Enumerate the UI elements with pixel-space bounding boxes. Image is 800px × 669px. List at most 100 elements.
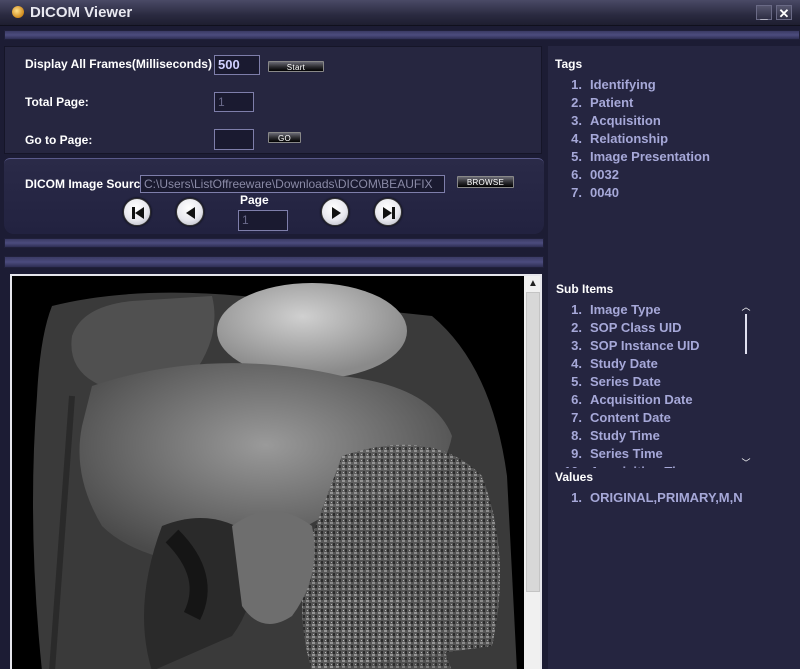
dicom-image	[12, 276, 524, 669]
close-button[interactable]: ✕	[776, 5, 792, 21]
sub-item[interactable]: 8. Study Time	[556, 427, 700, 445]
sub-item-number: 3.	[571, 338, 582, 353]
image-source-label: DICOM Image Source	[25, 177, 148, 191]
sub-item-label: SOP Class UID	[590, 320, 682, 335]
title-bar: DICOM Viewer _ ✕	[0, 0, 800, 26]
last-page-button[interactable]	[374, 198, 402, 226]
sub-item-label: Acquisition Date	[590, 392, 693, 407]
previous-page-icon	[186, 207, 195, 219]
sub-item-label: Image Type	[590, 302, 661, 317]
sub-items-list[interactable]: 1. Image Type 2. SOP Class UID 3. SOP Instanc…	[556, 301, 700, 468]
tag-item-number: 4.	[571, 131, 582, 146]
tag-item[interactable]: 4. Relationship	[556, 130, 710, 148]
values-box[interactable]: 1. ORIGINAL,PRIMARY,M,NORM	[556, 489, 742, 509]
tag-item-label: Relationship	[590, 131, 669, 146]
value-item[interactable]: 1. ORIGINAL,PRIMARY,M,NORM	[556, 489, 742, 507]
sub-item[interactable]: 3. SOP Instance UID	[556, 337, 700, 355]
browse-button[interactable]: BROWSE	[457, 176, 514, 188]
sub-item[interactable]: 2. SOP Class UID	[556, 319, 700, 337]
tag-item-label: 0032	[590, 167, 619, 182]
sub-item-label: Study Date	[590, 356, 658, 371]
go-button[interactable]: GO	[268, 132, 301, 143]
goto-page-input[interactable]	[214, 129, 254, 150]
sub-item-label: Acquisition Time	[590, 464, 695, 468]
sub-item-label: Content Date	[590, 410, 671, 425]
sub-item-number: 8.	[571, 428, 582, 443]
image-viewer[interactable]: ▲	[10, 274, 542, 669]
tags-list[interactable]: 1. Identifying 2. Patient 3. Acquisition 4. Rel…	[556, 76, 710, 202]
image-header-bar	[4, 256, 544, 268]
frames-label: Display All Frames(Milliseconds)	[25, 57, 212, 71]
mid-divider-bar	[4, 238, 544, 248]
sub-item-number: 1.	[571, 302, 582, 317]
chevron-up-icon[interactable]: ︿	[740, 302, 752, 312]
sub-item-number: 5.	[571, 374, 582, 389]
chevron-down-icon[interactable]: ﹀	[740, 458, 752, 468]
previous-page-button[interactable]	[176, 198, 204, 226]
sub-items-scrollbar[interactable]: ︿ ﹀	[740, 302, 752, 468]
sub-item-number: 7.	[571, 410, 582, 425]
values-title: Values	[555, 470, 594, 484]
tag-item-number: 7.	[571, 185, 582, 200]
next-page-icon	[332, 207, 341, 219]
sub-item-label: Study Time	[590, 428, 660, 443]
page-number-field[interactable]: 1	[238, 210, 288, 231]
sub-item[interactable]: 7. Content Date	[556, 409, 700, 427]
value-item-label: ORIGINAL,PRIMARY,M,NORM	[590, 490, 742, 505]
tag-item-label: Patient	[590, 95, 634, 110]
sub-item-label: Series Date	[590, 374, 661, 389]
tag-item-number: 2.	[571, 95, 582, 110]
sub-item-number: 10.	[556, 463, 582, 468]
tag-item[interactable]: 7. 0040	[556, 184, 710, 202]
sub-items-box[interactable]: 1. Image Type 2. SOP Class UID 3. SOP Instanc…	[556, 300, 752, 468]
sub-items-scrollbar-thumb[interactable]	[745, 314, 747, 354]
total-page-field: 1	[214, 92, 254, 112]
sub-item[interactable]: 4. Study Date	[556, 355, 700, 373]
tag-item[interactable]: 2. Patient	[556, 94, 710, 112]
app-icon	[12, 6, 24, 18]
scroll-up-icon[interactable]: ▲	[524, 276, 540, 292]
image-scrollbar[interactable]: ▲	[524, 276, 540, 669]
sub-item[interactable]: 9. Series Time	[556, 445, 700, 463]
tags-title: Tags	[555, 57, 583, 71]
tag-item[interactable]: 1. Identifying	[556, 76, 710, 94]
tag-item-label: Identifying	[590, 77, 656, 92]
minimize-button[interactable]: _	[756, 5, 772, 21]
values-list[interactable]: 1. ORIGINAL,PRIMARY,M,NORM	[556, 489, 742, 507]
tag-item-label: Image Presentation	[590, 149, 710, 164]
last-page-icon	[383, 207, 395, 219]
sub-item-number: 9.	[571, 446, 582, 461]
tag-item[interactable]: 6. 0032	[556, 166, 710, 184]
window-title: DICOM Viewer	[30, 4, 133, 21]
tag-item-number: 5.	[571, 149, 582, 164]
sub-item-number: 6.	[571, 392, 582, 407]
sub-item[interactable]: 1. Image Type	[556, 301, 700, 319]
start-button[interactable]: Start	[268, 61, 324, 72]
tag-item-number: 6.	[571, 167, 582, 182]
total-page-label: Total Page:	[25, 95, 89, 109]
tag-item-label: Acquisition	[590, 113, 661, 128]
sub-item[interactable]: 10. Acquisition Time	[556, 463, 700, 468]
sub-item-label: Series Time	[590, 446, 663, 461]
sub-item-number: 2.	[571, 320, 582, 335]
tag-item-number: 3.	[571, 113, 582, 128]
sub-items-title: Sub Items	[556, 282, 614, 296]
tag-item-label: 0040	[590, 185, 619, 200]
tag-item[interactable]: 3. Acquisition	[556, 112, 710, 130]
page-label: Page	[240, 193, 269, 207]
sub-item-number: 4.	[571, 356, 582, 371]
sub-item[interactable]: 6. Acquisition Date	[556, 391, 700, 409]
first-page-icon	[132, 207, 144, 219]
sub-item[interactable]: 5. Series Date	[556, 373, 700, 391]
sub-item-label: SOP Instance UID	[590, 338, 700, 353]
goto-page-label: Go to Page:	[25, 133, 93, 147]
tag-item[interactable]: 5. Image Presentation	[556, 148, 710, 166]
frames-interval-input[interactable]: 500	[214, 55, 260, 75]
top-divider-bar	[4, 30, 800, 40]
tag-item-number: 1.	[571, 77, 582, 92]
image-scrollbar-thumb[interactable]	[526, 292, 540, 592]
first-page-button[interactable]	[123, 198, 151, 226]
image-source-path-input[interactable]: C:\Users\ListOffreeware\Downloads\DICOM\…	[140, 175, 445, 193]
value-item-number: 1.	[571, 490, 582, 505]
next-page-button[interactable]	[321, 198, 349, 226]
